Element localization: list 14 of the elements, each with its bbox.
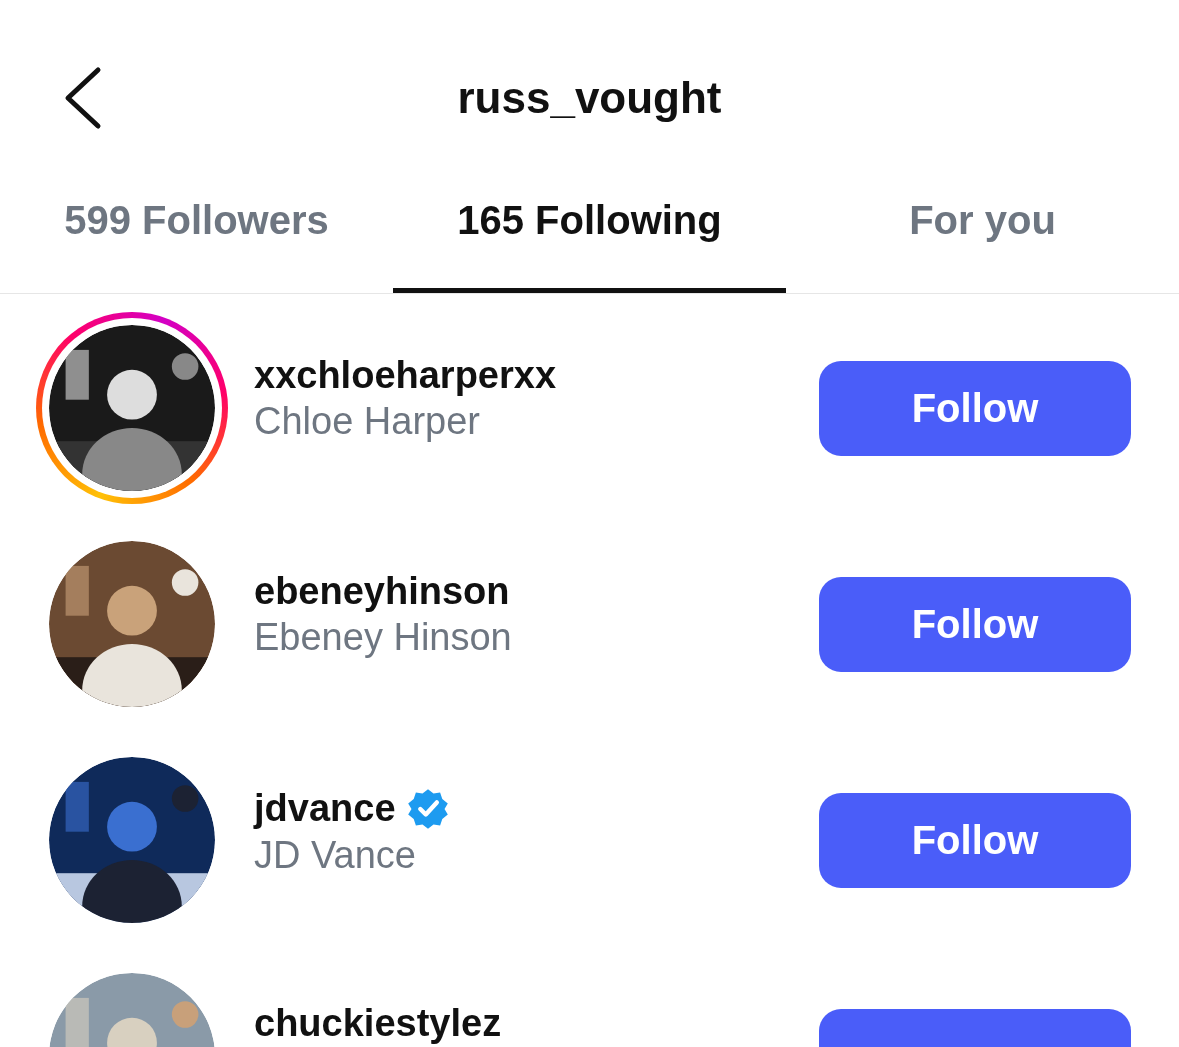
tab[interactable]: 165 Following (393, 165, 786, 293)
follow-button[interactable]: Follow (819, 360, 1131, 456)
username[interactable]: ebeneyhinson (254, 571, 510, 613)
display-name: Ebeney Hinson (254, 616, 513, 659)
tab[interactable]: For you (786, 165, 1179, 293)
display-name: Chloe Harper (254, 400, 481, 443)
profile-title: russ_vought (456, 72, 723, 123)
follow-button[interactable]: Follow (819, 576, 1131, 672)
follow-button[interactable]: Follow (819, 792, 1131, 888)
tab[interactable]: 599 Followers (0, 165, 393, 293)
username[interactable]: xxchloeharperxx (254, 355, 557, 397)
username[interactable]: jdvance (254, 788, 396, 830)
username[interactable]: chuckiestylez (254, 1003, 502, 1045)
display-name: JD Vance (254, 835, 417, 877)
